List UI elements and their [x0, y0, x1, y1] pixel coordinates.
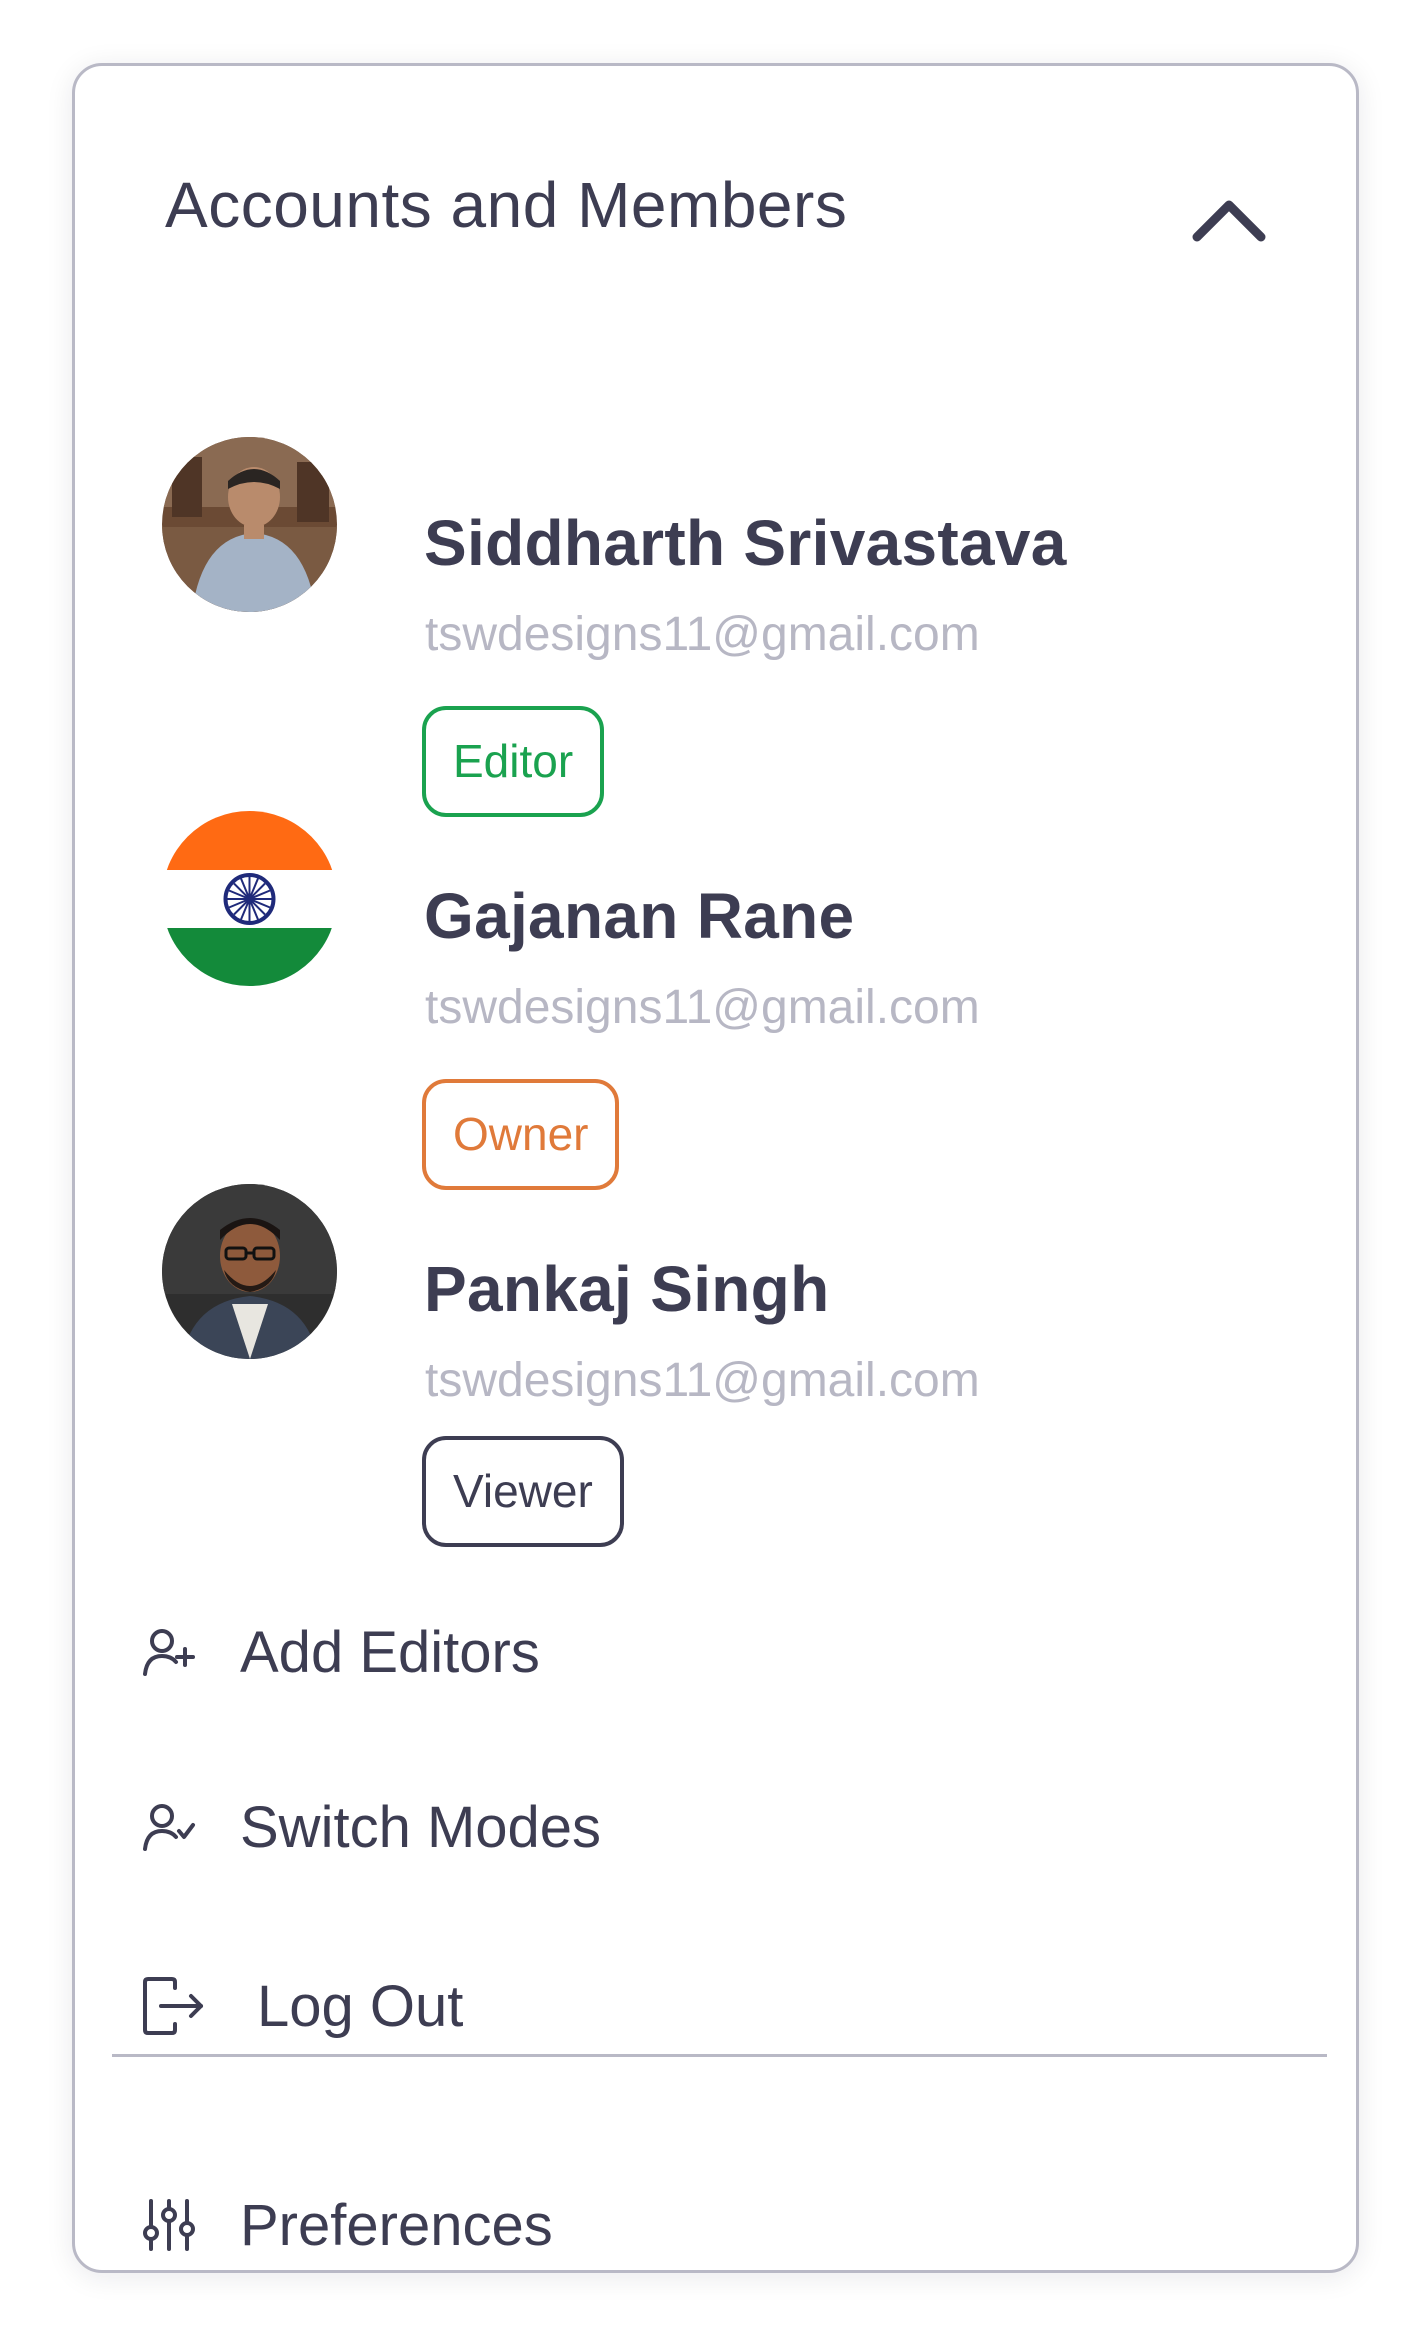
divider	[112, 2054, 1327, 2057]
add-editors-button[interactable]: Add Editors	[141, 1597, 1291, 1707]
avatar	[162, 437, 337, 612]
role-badge-editor[interactable]: Editor	[422, 706, 605, 817]
member-name: Pankaj Singh	[424, 1253, 830, 1325]
member-email: tswdesigns11@gmail.com	[425, 608, 980, 661]
user-check-icon	[141, 1794, 207, 1860]
member-name: Gajanan Rane	[424, 880, 855, 952]
indian-flag-avatar	[162, 811, 337, 986]
preferences-label: Preferences	[240, 2192, 553, 2258]
member-email: tswdesigns11@gmail.com	[425, 1354, 980, 1407]
log-out-label: Log Out	[257, 1973, 464, 2039]
role-badge-owner[interactable]: Owner	[422, 1079, 620, 1190]
chevron-up-icon	[1191, 195, 1267, 248]
sliders-icon	[141, 2192, 207, 2258]
add-editors-label: Add Editors	[240, 1619, 540, 1685]
switch-modes-label: Switch Modes	[240, 1794, 602, 1860]
avatar	[162, 1184, 337, 1359]
member-email: tswdesigns11@gmail.com	[425, 981, 980, 1034]
user-plus-icon	[141, 1619, 207, 1685]
role-badge-viewer[interactable]: Viewer	[422, 1436, 624, 1547]
collapse-button[interactable]	[1184, 176, 1274, 266]
preferences-button[interactable]: Preferences	[141, 2170, 1291, 2280]
member-name: Siddharth Srivastava	[424, 507, 1067, 579]
panel-title: Accounts and Members	[165, 169, 848, 241]
accounts-panel: Accounts and Members Siddharth Srivastav…	[72, 63, 1359, 2273]
switch-modes-button[interactable]: Switch Modes	[141, 1772, 1291, 1882]
log-out-button[interactable]: Log Out	[141, 1951, 1291, 2061]
logout-icon	[141, 1973, 223, 2039]
